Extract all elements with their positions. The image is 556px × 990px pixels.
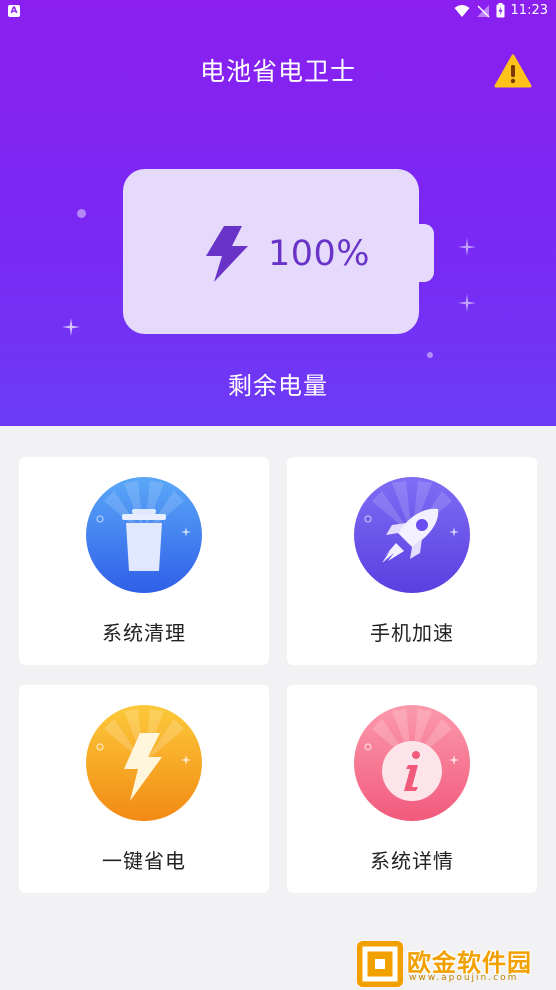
feature-label: 手机加速 xyxy=(370,621,454,645)
charging-bolt-icon xyxy=(206,226,248,282)
trash-icon xyxy=(86,477,202,593)
status-icons: 11:23 xyxy=(454,3,548,18)
info-icon xyxy=(354,705,470,821)
feature-label: 系统清理 xyxy=(102,621,186,645)
sparkle-icon xyxy=(62,318,80,336)
wifi-icon xyxy=(454,4,470,17)
site-watermark: 欧金软件园 www.apoujin.com xyxy=(357,941,553,987)
decor-dot xyxy=(77,209,86,218)
feature-card-system-clean[interactable]: 系统清理 xyxy=(19,457,269,665)
lightning-icon xyxy=(86,705,202,821)
feature-label: 系统详情 xyxy=(370,849,454,873)
sparkle-icon xyxy=(458,294,476,312)
watermark-url: www.apoujin.com xyxy=(409,973,519,983)
notification-badge: A xyxy=(8,5,20,17)
decor-dot xyxy=(427,352,433,358)
status-time: 11:23 xyxy=(510,3,548,18)
battery-caption: 剩余电量 xyxy=(228,372,328,400)
battery-level-text: 100% xyxy=(268,234,371,274)
feature-card-system-info[interactable]: 系统详情 xyxy=(287,685,537,893)
warning-icon[interactable] xyxy=(494,54,532,88)
status-bar: A 11:23 xyxy=(0,0,556,24)
battery-terminal xyxy=(416,224,434,282)
no-signal-icon xyxy=(476,4,490,18)
watermark-logo-icon xyxy=(357,941,403,987)
battery-hero: A 11:23 电池省电卫士 100% 剩余电量 xyxy=(0,0,556,426)
feature-label: 一键省电 xyxy=(102,849,186,873)
sparkle-icon xyxy=(458,238,476,256)
feature-card-phone-boost[interactable]: 手机加速 xyxy=(287,457,537,665)
battery-status-icon xyxy=(496,3,505,18)
rocket-icon xyxy=(354,477,470,593)
app-title: 电池省电卫士 xyxy=(199,57,356,86)
feature-card-one-click-save[interactable]: 一键省电 xyxy=(19,685,269,893)
